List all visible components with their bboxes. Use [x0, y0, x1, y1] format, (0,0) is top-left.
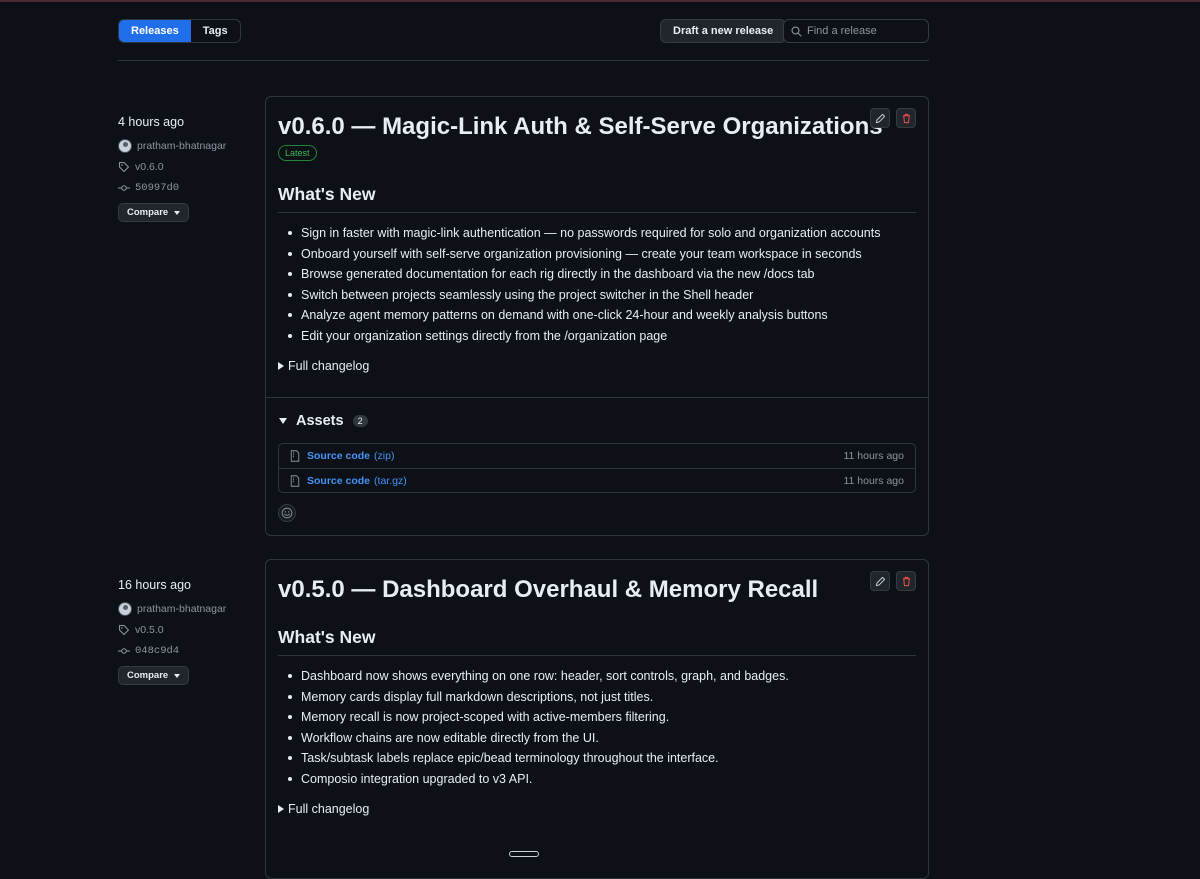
list-item: Task/subtask labels replace epic/bead te…: [278, 751, 916, 766]
releases-header: Releases Tags Draft a new release: [118, 19, 929, 43]
assets-title: Assets: [296, 413, 344, 429]
list-item: Sign in faster with magic-link authentic…: [278, 226, 916, 241]
asset-time: 11 hours ago: [843, 450, 904, 462]
assets-section: Assets 2 Source code (zip) 11 hours ago …: [266, 397, 928, 536]
tab-releases[interactable]: Releases: [119, 20, 191, 42]
list-item: Onboard yourself with self-serve organiz…: [278, 247, 916, 262]
release-search[interactable]: [783, 19, 929, 43]
tab-tags[interactable]: Tags: [191, 20, 240, 42]
release-author[interactable]: pratham-bhatnagar: [118, 601, 258, 616]
compare-label: Compare: [127, 670, 169, 681]
tag-icon: [118, 161, 130, 172]
delete-release-button[interactable]: [896, 108, 916, 128]
changelog-label: Full changelog: [288, 802, 370, 816]
pencil-icon: [875, 576, 885, 586]
latest-badge: Latest: [278, 145, 317, 161]
list-item: Workflow chains are now editable directl…: [278, 731, 916, 746]
tag-icon: [118, 624, 130, 635]
release-title[interactable]: v0.5.0 — Dashboard Overhaul & Memory Rec…: [278, 576, 916, 604]
list-item: Analyze agent memory patterns on demand …: [278, 308, 916, 323]
release-tag[interactable]: v0.5.0: [118, 622, 258, 637]
release-card: v0.5.0 — Dashboard Overhaul & Memory Rec…: [265, 559, 929, 879]
asset-time: 11 hours ago: [843, 474, 904, 487]
smiley-icon: [281, 507, 293, 519]
asset-link[interactable]: Source code: [307, 475, 370, 487]
list-item: Dashboard now shows everything on one ro…: [278, 669, 916, 684]
caret-down-icon: [279, 418, 287, 424]
assets-toggle[interactable]: Assets 2: [279, 413, 916, 429]
file-zip-icon: [290, 450, 300, 462]
add-reaction-button[interactable]: [278, 504, 296, 522]
list-item: Memory cards display full markdown descr…: [278, 690, 916, 705]
chevron-down-icon: [174, 673, 181, 678]
commit-icon: [118, 184, 130, 191]
file-zip-icon: [290, 474, 300, 487]
compare-button[interactable]: Compare: [118, 666, 190, 685]
trash-icon: [902, 576, 910, 586]
changelog-label: Full changelog: [288, 359, 370, 373]
edit-release-button[interactable]: [870, 571, 890, 591]
release-author[interactable]: pratham-bhatnagar: [118, 138, 258, 153]
commit-sha[interactable]: 50997d0: [135, 182, 179, 194]
list-item: Edit your organization settings directly…: [278, 329, 916, 344]
avatar: [118, 601, 132, 616]
full-changelog-toggle[interactable]: Full changelog: [278, 359, 916, 373]
pencil-icon: [875, 113, 885, 123]
delete-release-button[interactable]: [896, 571, 916, 591]
asset-ext[interactable]: (zip): [374, 450, 394, 462]
release-time: 4 hours ago: [118, 115, 185, 129]
asset-row[interactable]: Source code (tar.gz) 11 hours ago: [279, 468, 915, 492]
assets-count: 2: [352, 415, 368, 427]
full-changelog-toggle[interactable]: Full changelog: [278, 802, 916, 816]
section-heading: What's New: [278, 627, 916, 656]
search-input[interactable]: [807, 22, 925, 40]
compare-button[interactable]: Compare: [118, 203, 190, 222]
releases-tags-toggle: Releases Tags: [118, 19, 241, 43]
asset-ext[interactable]: (tar.gz): [374, 475, 407, 487]
list-item: Switch between projects seamlessly using…: [278, 288, 916, 303]
draft-release-button[interactable]: Draft a new release: [660, 19, 787, 43]
asset-link[interactable]: Source code: [307, 450, 370, 462]
list-item: Composio integration upgraded to v3 API.: [278, 772, 916, 787]
release-card: v0.6.0 — Magic-Link Auth & Self-Serve Or…: [265, 96, 929, 536]
edit-release-button[interactable]: [870, 108, 890, 128]
caret-right-icon: [278, 805, 284, 813]
tag-name[interactable]: v0.5.0: [135, 624, 164, 636]
header-divider: [118, 60, 929, 61]
trash-icon: [902, 113, 910, 123]
caret-right-icon: [278, 362, 284, 370]
top-border: [0, 0, 1200, 2]
asset-list: Source code (zip) 11 hours ago Source co…: [278, 443, 916, 493]
commit-sha[interactable]: 048c9d4: [135, 645, 179, 657]
release-notes: Sign in faster with magic-link authentic…: [278, 226, 916, 343]
section-heading: What's New: [278, 184, 916, 213]
release-meta: 16 hours ago pratham-bhatnagar v0.5.0 04…: [118, 578, 258, 685]
list-item: Browse generated documentation for each …: [278, 267, 916, 282]
release-tag[interactable]: v0.6.0: [118, 159, 258, 174]
author-name[interactable]: pratham-bhatnagar: [137, 140, 226, 152]
commit-icon: [118, 647, 130, 654]
release-title[interactable]: v0.6.0 — Magic-Link Auth & Self-Serve Or…: [278, 113, 916, 141]
search-icon: [791, 26, 802, 37]
asset-row[interactable]: Source code (zip) 11 hours ago: [279, 444, 915, 468]
scroll-indicator: [509, 851, 539, 857]
release-meta: 4 hours ago pratham-bhatnagar v0.6.0 509…: [118, 115, 258, 222]
author-name[interactable]: pratham-bhatnagar: [137, 603, 226, 615]
release-commit[interactable]: 048c9d4: [118, 643, 258, 658]
list-item: Memory recall is now project-scoped with…: [278, 710, 916, 725]
release-notes: Dashboard now shows everything on one ro…: [278, 669, 916, 786]
release-time: 16 hours ago: [118, 578, 191, 592]
chevron-down-icon: [174, 210, 181, 215]
tag-name[interactable]: v0.6.0: [135, 161, 164, 173]
compare-label: Compare: [127, 207, 169, 218]
avatar: [118, 138, 132, 153]
release-commit[interactable]: 50997d0: [118, 180, 258, 195]
